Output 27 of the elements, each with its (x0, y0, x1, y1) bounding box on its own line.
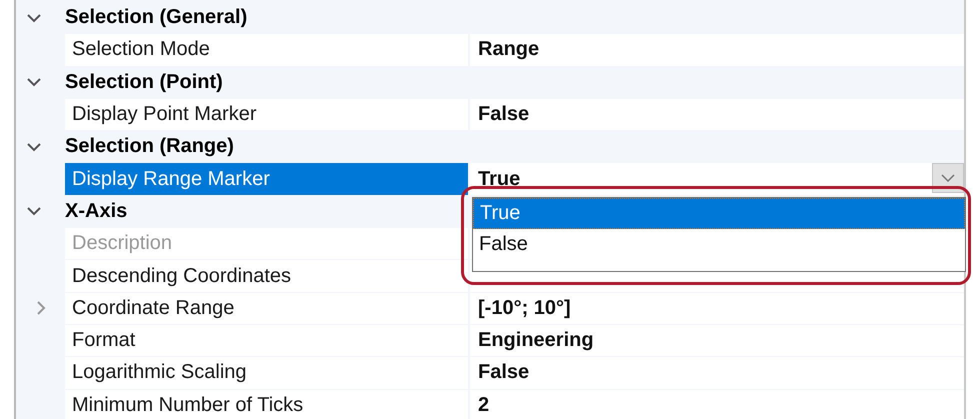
property-name[interactable]: Minimum Number of Ticks (65, 390, 468, 419)
property-value: 2 (478, 394, 490, 417)
chevron-icon[interactable] (26, 77, 42, 88)
property-name[interactable]: Display Range Marker (65, 163, 468, 195)
property-name[interactable]: Format (65, 324, 468, 356)
property-value: [-10°; 10°] (478, 296, 571, 320)
dropdown-option[interactable]: False (473, 229, 965, 260)
property-value: True (478, 168, 520, 191)
category-title: Selection (Point) (65, 70, 223, 94)
property-value: False (478, 361, 530, 384)
property-value: Engineering (478, 329, 594, 352)
chevron-icon[interactable] (26, 206, 42, 216)
chevron-icon[interactable] (26, 142, 42, 152)
property-name[interactable]: Display Point Marker (65, 98, 468, 130)
property-value: False (478, 103, 530, 126)
property-name[interactable]: Descending Coordinates (65, 260, 468, 292)
property-name[interactable]: Selection Mode (65, 34, 468, 66)
chevron-icon (941, 174, 955, 182)
chevron-icon[interactable] (26, 12, 42, 23)
category-title: Selection (Range) (65, 135, 234, 158)
dropdown-option[interactable]: True (473, 198, 965, 229)
dropdown-button[interactable] (932, 163, 964, 194)
property-name[interactable]: Coordinate Range (65, 292, 468, 324)
category-title: X-Axis (65, 200, 128, 223)
category-title: Selection (General) (65, 6, 248, 30)
property-value: Range (478, 38, 540, 62)
property-name[interactable]: Logarithmic Scaling (65, 357, 468, 389)
